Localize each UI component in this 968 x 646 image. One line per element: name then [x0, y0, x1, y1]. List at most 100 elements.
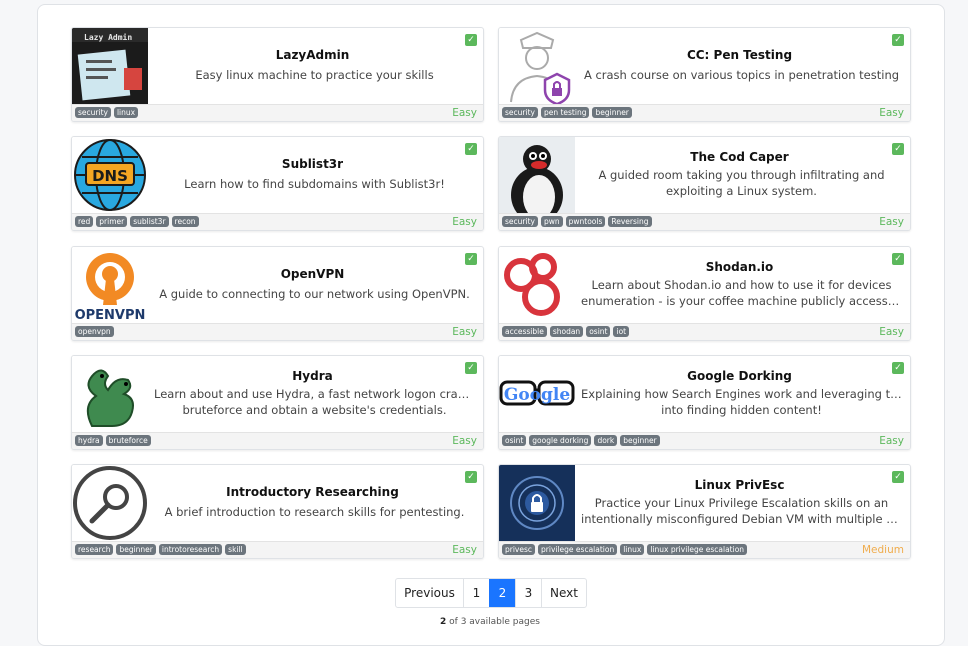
difficulty-label: Medium — [862, 544, 904, 556]
pages-info-label: of 3 available pages — [446, 617, 540, 627]
pagination: Previous 1 2 3 Next — [395, 578, 587, 608]
room-description-line-2: bruteforce and obtain a website's creden… — [182, 403, 447, 417]
difficulty-label: Easy — [879, 435, 904, 447]
tag-badge[interactable]: privilege escalation — [538, 544, 618, 555]
room-description-line-1: Easy linux machine to practice your skil… — [195, 68, 434, 82]
tag-badge[interactable]: recon — [171, 216, 199, 227]
tag-badge[interactable]: red — [75, 216, 94, 227]
completed-check-icon: ✓ — [892, 34, 904, 46]
room-thumbnail: Google — [499, 356, 575, 432]
room-description-line-1: Learn about and use Hydra, a fast networ… — [154, 387, 475, 401]
room-card[interactable]: Lazy Admin LazyAdmin Easy linux machine … — [71, 27, 484, 122]
tag-badge[interactable]: security — [502, 216, 538, 227]
page-1-button[interactable]: 1 — [463, 579, 489, 607]
room-thumbnail: OPENVPN — [72, 247, 148, 323]
tag-badge[interactable]: beginner — [116, 544, 156, 555]
completed-check-icon: ✓ — [892, 143, 904, 155]
svg-text:DNS: DNS — [92, 167, 128, 185]
completed-check-icon: ✓ — [465, 143, 477, 155]
previous-page-button[interactable]: Previous — [396, 579, 463, 607]
difficulty-label: Easy — [879, 216, 904, 228]
tag-list: security pwn pwntools Reversing — [502, 216, 652, 227]
room-card-footer: accessible shodan osint iot Easy — [499, 323, 910, 340]
tag-badge[interactable]: openvpn — [75, 326, 114, 337]
room-description-line-1: Learn how to find subdomains with Sublis… — [184, 177, 445, 191]
difficulty-label: Easy — [452, 216, 477, 228]
room-description-line-1: Explaining how Search Engines work and l… — [581, 387, 902, 401]
completed-check-icon: ✓ — [465, 34, 477, 46]
room-card-footer: security pwn pwntools Reversing Easy — [499, 213, 910, 230]
tag-badge[interactable]: pwntools — [565, 216, 606, 227]
room-title[interactable]: OpenVPN — [150, 267, 475, 281]
tag-list: hydra bruteforce — [75, 435, 151, 446]
room-title[interactable]: Shodan.io — [577, 260, 902, 274]
tag-list: red primer sublist3r recon — [75, 216, 199, 227]
tag-badge[interactable]: sublist3r — [130, 216, 169, 227]
tag-list: security linux — [75, 107, 139, 118]
room-thumbnail — [499, 247, 575, 323]
room-description-line-2: intentionally misconfigured Debian VM wi… — [581, 512, 902, 526]
room-card[interactable]: The Cod Caper A guided room taking you t… — [498, 136, 911, 231]
room-title[interactable]: Introductory Researching — [150, 485, 475, 499]
tag-badge[interactable]: hydra — [75, 435, 103, 446]
tag-badge[interactable]: pwn — [540, 216, 563, 227]
tag-badge[interactable]: skill — [225, 544, 246, 555]
tag-badge[interactable]: linux — [113, 107, 139, 118]
room-card[interactable]: Shodan.io Learn about Shodan.io and how … — [498, 246, 911, 341]
completed-check-icon: ✓ — [892, 471, 904, 483]
tag-badge[interactable]: dork — [594, 435, 618, 446]
tag-badge[interactable]: beginner — [592, 107, 632, 118]
tag-badge[interactable]: security — [502, 107, 538, 118]
completed-check-icon: ✓ — [892, 253, 904, 265]
page-2-button[interactable]: 2 — [489, 579, 515, 607]
room-description-line-2: exploiting a Linux system. — [666, 184, 817, 198]
room-title[interactable]: Hydra — [150, 369, 475, 383]
tag-badge[interactable]: osint — [586, 326, 611, 337]
tag-badge[interactable]: osint — [502, 435, 527, 446]
completed-check-icon: ✓ — [465, 253, 477, 265]
room-description-line-2: enumeration - is your coffee machine pub… — [581, 294, 902, 308]
tag-badge[interactable]: pen testing — [540, 107, 590, 118]
room-title[interactable]: CC: Pen Testing — [577, 48, 902, 62]
room-thumbnail — [72, 356, 148, 432]
tag-list: research beginner introtoresearch skill — [75, 544, 246, 555]
room-title[interactable]: Google Dorking — [577, 369, 902, 383]
difficulty-label: Easy — [452, 435, 477, 447]
completed-check-icon: ✓ — [465, 471, 477, 483]
room-card[interactable]: DNS Sublist3r Learn how to find subdomai… — [71, 136, 484, 231]
tag-badge[interactable]: shodan — [549, 326, 584, 337]
room-card[interactable]: Hydra Learn about and use Hydra, a fast … — [71, 355, 484, 450]
room-card[interactable]: OPENVPN OpenVPN A guide to connecting to… — [71, 246, 484, 341]
tag-badge[interactable]: privesc — [502, 544, 536, 555]
tag-badge[interactable]: security — [75, 107, 111, 118]
room-card[interactable]: CC: Pen Testing A crash course on variou… — [498, 27, 911, 122]
tag-badge[interactable]: research — [75, 544, 114, 555]
tag-badge[interactable]: primer — [96, 216, 128, 227]
tag-badge[interactable]: google dorking — [529, 435, 592, 446]
tag-badge[interactable]: linux — [620, 544, 645, 555]
room-description-line-1: Practice your Linux Privilege Escalation… — [594, 496, 889, 510]
room-title[interactable]: Linux PrivEsc — [577, 478, 902, 492]
room-card[interactable]: Introductory Researching A brief introdu… — [71, 464, 484, 559]
tag-badge[interactable]: introtoresearch — [158, 544, 223, 555]
tag-badge[interactable]: iot — [613, 326, 630, 337]
room-thumbnail — [499, 465, 575, 541]
room-card[interactable]: Linux PrivEsc Practice your Linux Privil… — [498, 464, 911, 559]
tag-badge[interactable]: Reversing — [608, 216, 652, 227]
room-thumbnail — [72, 465, 148, 541]
tag-badge[interactable]: beginner — [620, 435, 660, 446]
tag-badge[interactable]: accessible — [502, 326, 547, 337]
page-3-button[interactable]: 3 — [515, 579, 541, 607]
room-title[interactable]: LazyAdmin — [150, 48, 475, 62]
room-card-footer: osint google dorking dork beginner Easy — [499, 432, 910, 449]
completed-check-icon: ✓ — [465, 362, 477, 374]
tag-badge[interactable]: bruteforce — [105, 435, 151, 446]
room-card-footer: security linux Easy — [72, 104, 483, 121]
room-title[interactable]: The Cod Caper — [577, 150, 902, 164]
room-card-footer: red primer sublist3r recon Easy — [72, 213, 483, 230]
next-page-button[interactable]: Next — [541, 579, 586, 607]
tag-badge[interactable]: linux privilege escalation — [647, 544, 748, 555]
room-title[interactable]: Sublist3r — [150, 157, 475, 171]
completed-check-icon: ✓ — [892, 362, 904, 374]
room-card[interactable]: Google Google Dorking Explaining how Sea… — [498, 355, 911, 450]
